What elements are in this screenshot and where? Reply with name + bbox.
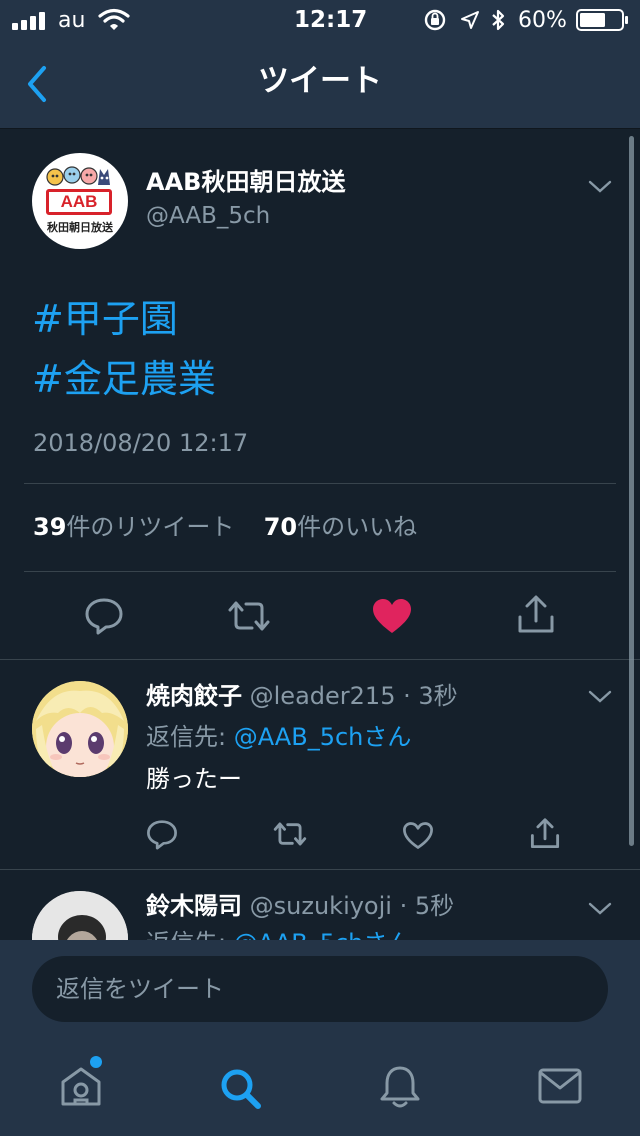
- reply-text: 勝ったー: [146, 765, 242, 793]
- signal-icon: [12, 12, 45, 30]
- tweet-timestamp: 2018/08/20 12:17: [33, 429, 249, 457]
- battery-percent: 60%: [518, 8, 567, 33]
- avatar-logo-text: AAB: [60, 192, 98, 211]
- reply-time: 5秒: [414, 892, 455, 920]
- reply-input[interactable]: 返信をツイート: [32, 956, 608, 1022]
- like-label[interactable]: 件のいいね: [297, 513, 417, 541]
- wifi-icon: [98, 8, 130, 30]
- hashtag-link[interactable]: #金足農業: [32, 360, 216, 398]
- orientation-lock-icon: [424, 9, 446, 31]
- tweet-stats: 39件のリツイート 70件のいいね: [33, 515, 417, 539]
- share-icon[interactable]: [530, 818, 560, 850]
- notifications-bell-icon[interactable]: [378, 1064, 422, 1110]
- retweet-icon[interactable]: [226, 598, 272, 634]
- author-handle[interactable]: @AAB_5ch: [146, 205, 270, 228]
- clock: 12:17: [294, 7, 368, 33]
- tab-bar: [0, 1032, 640, 1136]
- author-name[interactable]: AAB秋田朝日放送: [146, 170, 345, 194]
- home-icon[interactable]: [58, 1064, 104, 1110]
- status-bar: au 12:17 60%: [0, 0, 640, 40]
- anime-avatar-image: [32, 681, 128, 777]
- search-icon[interactable]: [218, 1066, 264, 1112]
- divider: [0, 659, 640, 660]
- divider: [24, 571, 616, 572]
- retweet-label[interactable]: 件のリツイート: [66, 513, 234, 541]
- reply-header: 焼肉餃子 @leader215 · 3秒: [146, 684, 458, 708]
- separator-dot: ·: [395, 682, 419, 710]
- replying-to-prefix: 返信先:: [146, 929, 234, 940]
- separator-dot: ·: [391, 892, 415, 920]
- replying-to-link[interactable]: @AAB_5chさん: [234, 723, 412, 751]
- reply-icon[interactable]: [146, 819, 178, 850]
- carrier-label: au: [58, 8, 86, 33]
- divider: [24, 483, 616, 484]
- bluetooth-icon: [492, 9, 505, 31]
- like-count[interactable]: 70: [264, 513, 297, 541]
- messages-envelope-icon[interactable]: [538, 1068, 582, 1104]
- reply-time: 3秒: [418, 682, 458, 710]
- reply-author-name[interactable]: 鈴木陽司: [146, 892, 242, 920]
- chevron-down-icon[interactable]: [588, 901, 612, 917]
- hashtag-link[interactable]: #甲子園: [32, 300, 178, 338]
- avatar-logo: AAB: [46, 189, 112, 215]
- nav-bar: ツイート: [0, 40, 640, 129]
- heart-icon[interactable]: [372, 598, 412, 634]
- reply-avatar[interactable]: [32, 891, 128, 940]
- reply-icon[interactable]: [84, 597, 124, 635]
- reply-author-handle[interactable]: @leader215: [250, 682, 396, 710]
- reply-input-placeholder: 返信をツイート: [56, 975, 224, 1003]
- mascot-icon: [46, 166, 110, 186]
- reply-author-name[interactable]: 焼肉餃子: [146, 682, 242, 710]
- replying-to-prefix: 返信先:: [146, 723, 234, 751]
- divider: [0, 869, 640, 870]
- notification-dot: [90, 1056, 102, 1068]
- replying-to: 返信先: @AAB_5chさん: [146, 725, 411, 749]
- photo-avatar-image: [32, 891, 128, 940]
- replying-to-link[interactable]: @AAB_5chさん: [234, 929, 412, 940]
- scrollbar[interactable]: [629, 136, 634, 846]
- location-icon: [461, 11, 479, 29]
- battery-icon: [576, 9, 628, 31]
- reply-avatar[interactable]: [32, 681, 128, 777]
- chevron-down-icon[interactable]: [588, 689, 612, 705]
- tweet-thread: AAB 秋田朝日放送 AAB秋田朝日放送 @AAB_5ch #甲子園 #金足農業…: [0, 129, 640, 940]
- retweet-icon[interactable]: [272, 820, 308, 848]
- reply-author-handle[interactable]: @suzukiyoji: [250, 892, 392, 920]
- heart-outline-icon[interactable]: [402, 821, 434, 850]
- avatar[interactable]: AAB 秋田朝日放送: [32, 153, 128, 249]
- share-icon[interactable]: [517, 595, 555, 635]
- avatar-subtext: 秋田朝日放送: [47, 221, 113, 234]
- retweet-count[interactable]: 39: [33, 513, 66, 541]
- replying-to: 返信先: @AAB_5chさん: [146, 931, 411, 940]
- reply-header: 鈴木陽司 @suzukiyoji · 5秒: [146, 894, 454, 918]
- page-title: ツイート: [258, 63, 382, 99]
- chevron-down-icon[interactable]: [588, 179, 612, 195]
